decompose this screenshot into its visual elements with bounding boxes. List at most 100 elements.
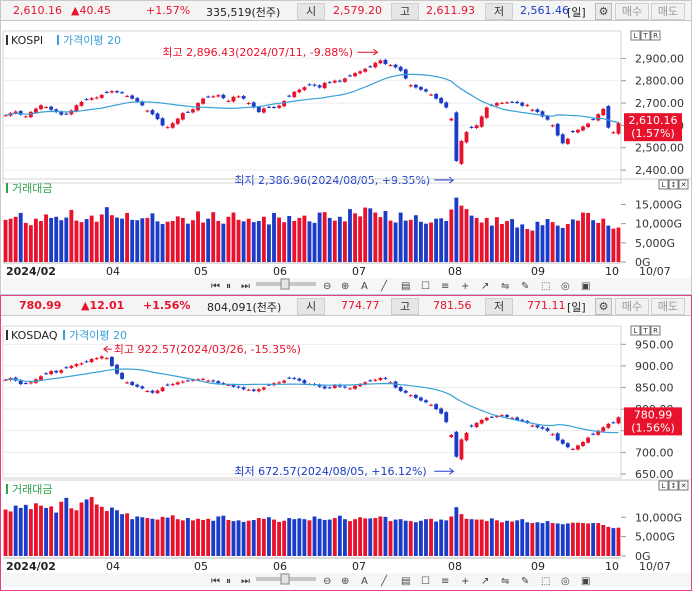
- kosdaq-volume-bar: [418, 520, 423, 556]
- kospi-candle-body: [611, 132, 616, 134]
- kospi-text-tool-icon[interactable]: A: [361, 281, 368, 292]
- kospi-candle-body: [261, 108, 266, 113]
- kosdaq-volume-bar: [150, 518, 155, 556]
- kospi-cross-icon[interactable]: +: [461, 281, 469, 292]
- kosdaq-volume-bar: [408, 521, 413, 556]
- kospi-volume-bar: [378, 217, 383, 262]
- kospi-zoom-out-icon[interactable]: ⊖: [323, 281, 331, 292]
- kospi-period[interactable]: [일]: [567, 4, 586, 20]
- kospi-box-tool-icon[interactable]: ☐: [421, 281, 430, 292]
- kosdaq-candle-body: [459, 439, 464, 460]
- kospi-candle-body: [267, 106, 271, 108]
- kospi-candle-body: [378, 60, 383, 64]
- kosdaq-pause-icon[interactable]: ⏸: [226, 576, 231, 587]
- kospi-gear-icon[interactable]: ⚙: [595, 3, 612, 20]
- kospi-volume-bar: [454, 197, 459, 262]
- kosdaq-box-tool-icon[interactable]: ☐: [421, 576, 430, 587]
- kospi-ma-legend-marker: [57, 35, 59, 45]
- kosdaq-x-label: 07: [352, 560, 366, 573]
- kospi-line-tool-icon[interactable]: ╱: [380, 279, 388, 292]
- kospi-volume-bar: [434, 218, 439, 262]
- kospi-candle-body: [79, 101, 84, 106]
- kospi-candle-body: [545, 115, 550, 120]
- kosdaq-candle-body: [479, 419, 484, 424]
- kospi-candle-body: [277, 105, 281, 108]
- kospi-volume-bar: [560, 227, 565, 262]
- kosdaq-list-icon[interactable]: ≡: [441, 576, 449, 587]
- kosdaq-volume-bar: [322, 519, 327, 556]
- kosdaq-volume-bar: [196, 518, 200, 556]
- kosdaq-candle-body: [49, 371, 54, 375]
- kospi-candle-body: [216, 95, 221, 97]
- ctl-l-icon-glyph: L: [634, 32, 638, 40]
- kosdaq-first-icon[interactable]: ⏮: [211, 576, 220, 587]
- kosdaq-line-tool-icon[interactable]: ╱: [380, 574, 388, 587]
- kospi-swap-icon[interactable]: ⇋: [501, 281, 509, 292]
- kospi-buy-button[interactable]: 매수: [615, 3, 649, 20]
- kospi-candle-body: [327, 82, 332, 84]
- kosdaq-candle-body: [591, 433, 596, 435]
- kosdaq-volume-bar: [337, 515, 342, 556]
- kosdaq-volume-bar: [145, 518, 150, 556]
- kosdaq-volume-bar: [576, 522, 580, 556]
- kosdaq-sell-button[interactable]: 매도: [651, 298, 685, 315]
- kospi-pause-icon[interactable]: ⏸: [226, 281, 231, 292]
- kospi-candle-body: [272, 107, 276, 109]
- kosdaq-header: 780.99 ▲12.01 +1.56% 804,091(천주) 시 774.7…: [1, 296, 691, 316]
- kosdaq-zoom-in-icon[interactable]: ⊕: [341, 576, 349, 587]
- kosdaq-cross-icon[interactable]: +: [461, 576, 469, 587]
- kospi-candle-body: [505, 102, 509, 104]
- kospi-list-icon[interactable]: ≡: [441, 281, 449, 292]
- kospi-panel-icon[interactable]: ▣: [581, 281, 590, 292]
- kosdaq-period[interactable]: [일]: [567, 299, 586, 315]
- kosdaq-scroll-thumb[interactable]: [280, 573, 290, 585]
- kospi-volume-bar: [59, 220, 64, 262]
- kospi-candle-body: [246, 103, 251, 105]
- kosdaq-volume-bar: [74, 510, 79, 556]
- ctl-r-icon-glyph: R: [653, 32, 658, 40]
- kospi-candle-body: [459, 141, 464, 164]
- kospi-target-icon[interactable]: ◎: [561, 281, 570, 292]
- kosdaq-pen-icon[interactable]: ✎: [521, 576, 529, 587]
- kosdaq-volume-bar: [272, 519, 276, 556]
- kospi-select-icon[interactable]: ⬚: [541, 281, 550, 292]
- kosdaq-volume-bar: [13, 505, 18, 556]
- kospi-scroll-thumb[interactable]: [280, 278, 290, 290]
- kospi-volume-bar: [343, 221, 347, 262]
- kosdaq-volume-bar: [312, 516, 317, 556]
- kospi-candle-body: [586, 123, 590, 127]
- kosdaq-volume-bar: [160, 516, 165, 556]
- kosdaq-text-tool-icon[interactable]: A: [361, 576, 368, 587]
- kosdaq-volume-bar: [474, 519, 479, 556]
- kospi-first-icon[interactable]: ⏮: [211, 281, 220, 292]
- kospi-y-tick-label: 2,900.00: [635, 52, 684, 65]
- kospi-volume-bar: [23, 222, 28, 262]
- kospi-volume-bar: [175, 216, 180, 262]
- kosdaq-candle-body: [327, 387, 332, 389]
- kosdaq-candle-body: [79, 363, 84, 365]
- kospi-last-icon[interactable]: ⏭: [241, 281, 250, 292]
- kospi-zoom-in-icon[interactable]: ⊕: [341, 281, 349, 292]
- kosdaq-gear-icon[interactable]: ⚙: [595, 298, 612, 315]
- kospi-candle-body: [429, 94, 433, 96]
- kosdaq-target-icon[interactable]: ◎: [561, 576, 570, 587]
- kospi-sell-button[interactable]: 매도: [651, 3, 685, 20]
- kospi-volume-bar: [120, 218, 124, 262]
- kospi-arrow-tool-icon[interactable]: ↗: [481, 281, 489, 292]
- kosdaq-arrow-tool-icon[interactable]: ↗: [481, 576, 489, 587]
- kosdaq-last-icon[interactable]: ⏭: [241, 576, 250, 587]
- kospi-candle-body: [282, 101, 287, 107]
- kosdaq-buy-button[interactable]: 매수: [615, 298, 649, 315]
- kosdaq-zoom-out-icon[interactable]: ⊖: [323, 576, 331, 587]
- kospi-pen-icon[interactable]: ✎: [521, 281, 529, 292]
- kospi-candle-body: [479, 116, 484, 127]
- kosdaq-volume-bar: [317, 518, 322, 556]
- kosdaq-grid-icon[interactable]: ▤: [401, 576, 410, 587]
- kospi-candle-body: [525, 104, 530, 106]
- kosdaq-candle-body: [454, 431, 459, 457]
- kospi-x-label: 05: [194, 265, 208, 278]
- kospi-grid-icon[interactable]: ▤: [401, 281, 410, 292]
- kosdaq-select-icon[interactable]: ⬚: [541, 576, 550, 587]
- kosdaq-swap-icon[interactable]: ⇋: [501, 576, 509, 587]
- kosdaq-panel-icon[interactable]: ▣: [581, 576, 590, 587]
